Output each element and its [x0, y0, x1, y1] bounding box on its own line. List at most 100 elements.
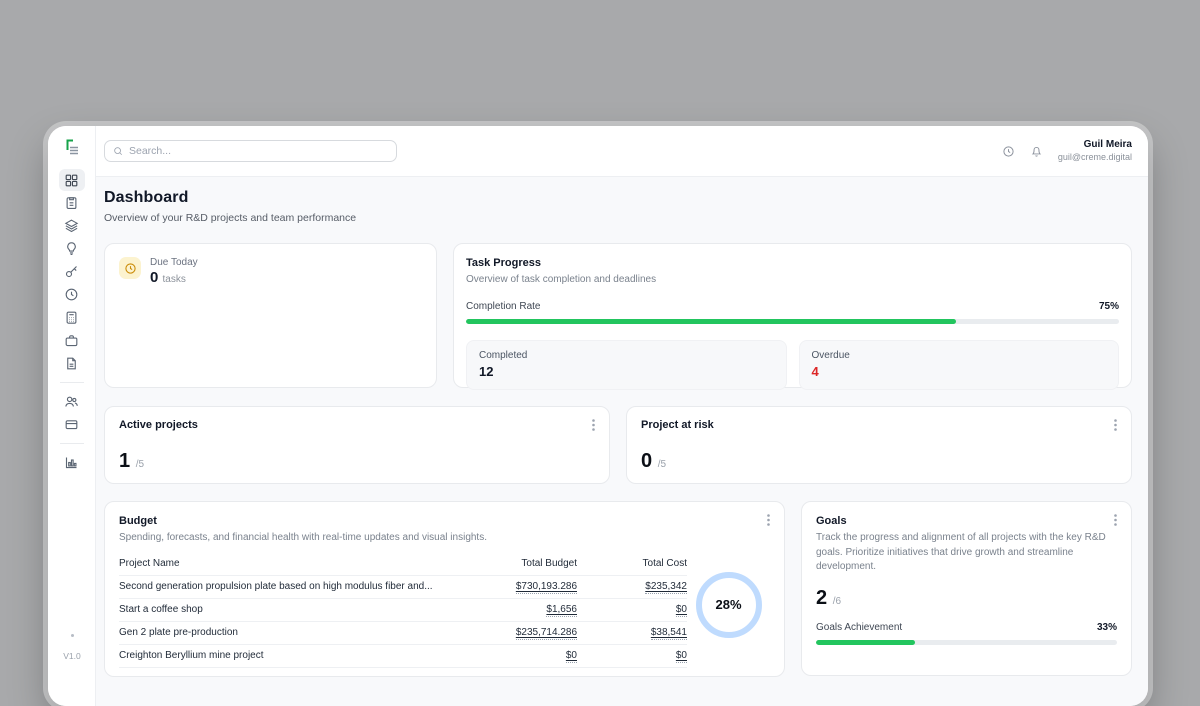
- search-icon: [113, 146, 129, 156]
- table-row[interactable]: Second generation propulsion plate based…: [119, 576, 687, 599]
- clock-icon[interactable]: [1002, 145, 1015, 158]
- budget-table-header: Project Name Total Budget Total Cost: [119, 558, 687, 576]
- col-project-name: Project Name: [119, 558, 449, 569]
- goals-subtitle: Track the progress and alignment of all …: [816, 531, 1117, 575]
- goals-value: 2 /6: [816, 587, 1117, 610]
- app-window: V1.0 Guil Meira guil@creme.digital Dashb…: [48, 126, 1148, 706]
- credit-card-icon: [64, 417, 79, 432]
- budget-subtitle: Spending, forecasts, and financial healt…: [119, 531, 770, 546]
- project-at-risk-title: Project at risk: [641, 419, 1117, 431]
- lightbulb-icon: [64, 241, 79, 256]
- budget-value[interactable]: $1,656: [546, 604, 577, 617]
- users-icon: [64, 394, 79, 409]
- col-total-cost: Total Cost: [577, 558, 687, 569]
- sidebar-item-documents[interactable]: [59, 352, 85, 375]
- sidebar-item-reports[interactable]: [59, 451, 85, 474]
- completion-fill: [466, 319, 956, 324]
- cost-value[interactable]: $0: [676, 650, 687, 663]
- key-icon: [64, 264, 79, 279]
- kebab-menu-icon[interactable]: [1110, 514, 1120, 526]
- user-email: guil@creme.digital: [1058, 152, 1132, 163]
- layers-icon: [64, 218, 79, 233]
- active-projects-card: Active projects 1 /5: [104, 406, 610, 484]
- budget-gauge: 28%: [696, 572, 762, 638]
- user-name: Guil Meira: [1058, 139, 1132, 152]
- search-bar[interactable]: [104, 140, 397, 162]
- sidebar: V1.0: [48, 126, 96, 706]
- sidebar-item-ideas[interactable]: [59, 237, 85, 260]
- app-version: V1.0: [48, 634, 96, 664]
- col-total-budget: Total Budget: [449, 558, 577, 569]
- goals-title: Goals: [816, 515, 1117, 527]
- task-progress-card: Task Progress Overview of task completio…: [453, 243, 1132, 388]
- due-today-iconbox: [119, 257, 141, 279]
- budget-table: Project Name Total Budget Total Cost Sec…: [119, 558, 687, 678]
- page-subtitle: Overview of your R&D projects and team p…: [104, 212, 1132, 224]
- more-projects-link[interactable]: +1 more projects: [119, 668, 687, 678]
- clipboard-icon: [64, 195, 79, 210]
- briefcase-icon: [64, 333, 79, 348]
- cost-value[interactable]: $235,342: [645, 581, 687, 594]
- kebab-menu-icon[interactable]: [1110, 419, 1120, 431]
- cost-value[interactable]: $0: [676, 604, 687, 617]
- table-row[interactable]: Gen 2 plate pre-production $235,714.286 …: [119, 622, 687, 645]
- project-at-risk-value: 0 /5: [641, 450, 666, 473]
- user-menu[interactable]: Guil Meira guil@creme.digital: [1058, 139, 1132, 163]
- due-today-text: Due Today 0 tasks: [150, 257, 198, 374]
- main-area: Guil Meira guil@creme.digital Dashboard …: [96, 126, 1148, 706]
- goals-achievement-fill: [816, 640, 915, 645]
- goals-achievement-bar: [816, 640, 1117, 645]
- budget-card: Budget Spending, forecasts, and financia…: [104, 501, 785, 677]
- sidebar-item-team[interactable]: [59, 390, 85, 413]
- clock-icon: [124, 262, 137, 275]
- due-today-value: 0 tasks: [150, 269, 198, 286]
- sidebar-item-projects[interactable]: [59, 214, 85, 237]
- creme-logo: [62, 137, 82, 157]
- sidebar-item-dashboard[interactable]: [59, 169, 85, 191]
- bar-chart-icon: [64, 455, 79, 470]
- topbar-right: Guil Meira guil@creme.digital: [1002, 139, 1132, 163]
- sidebar-item-tasks[interactable]: [59, 191, 85, 214]
- sidebar-item-billing[interactable]: [59, 413, 85, 436]
- goals-total: /6: [833, 596, 841, 607]
- dashboard-content: Dashboard Overview of your R&D projects …: [96, 177, 1148, 706]
- completed-stat: Completed 12: [466, 340, 787, 390]
- overdue-value: 4: [812, 364, 1107, 379]
- sidebar-item-calculator[interactable]: [59, 306, 85, 329]
- sidebar-item-portfolio[interactable]: [59, 329, 85, 352]
- budget-title: Budget: [119, 515, 770, 527]
- kebab-menu-icon[interactable]: [763, 514, 773, 526]
- kebab-menu-icon[interactable]: [588, 419, 598, 431]
- completed-label: Completed: [479, 350, 774, 361]
- search-input[interactable]: [129, 145, 388, 157]
- table-row[interactable]: Creighton Beryllium mine project $0 $0: [119, 645, 687, 668]
- sidebar-divider: [60, 443, 84, 444]
- version-dot: [71, 634, 74, 637]
- overdue-label: Overdue: [812, 350, 1107, 361]
- grid-icon: [64, 173, 79, 188]
- active-projects-total: /5: [136, 459, 144, 470]
- active-projects-title: Active projects: [119, 419, 595, 431]
- budget-value[interactable]: $730,193.286: [516, 581, 577, 594]
- sidebar-item-tools[interactable]: [59, 260, 85, 283]
- goals-card: Goals Track the progress and alignment o…: [801, 501, 1132, 676]
- version-label: V1.0: [63, 651, 81, 661]
- calculator-icon: [64, 310, 79, 325]
- goals-achievement-label: Goals Achievement: [816, 622, 902, 633]
- active-projects-value: 1 /5: [119, 450, 144, 473]
- budget-value[interactable]: $0: [566, 650, 577, 663]
- sidebar-nav: [59, 169, 85, 474]
- sidebar-divider: [60, 382, 84, 383]
- goals-achievement-percent: 33%: [1097, 622, 1117, 633]
- table-row[interactable]: Start a coffee shop $1,656 $0: [119, 599, 687, 622]
- bell-icon[interactable]: [1030, 145, 1043, 158]
- completed-value: 12: [479, 364, 774, 379]
- task-progress-subtitle: Overview of task completion and deadline…: [466, 273, 1119, 288]
- overdue-stat: Overdue 4: [799, 340, 1120, 390]
- cost-value[interactable]: $38,541: [651, 627, 687, 640]
- budget-value[interactable]: $235,714.286: [516, 627, 577, 640]
- sidebar-item-time[interactable]: [59, 283, 85, 306]
- project-at-risk-total: /5: [658, 459, 666, 470]
- project-at-risk-card: Project at risk 0 /5: [626, 406, 1132, 484]
- clock-icon: [64, 287, 79, 302]
